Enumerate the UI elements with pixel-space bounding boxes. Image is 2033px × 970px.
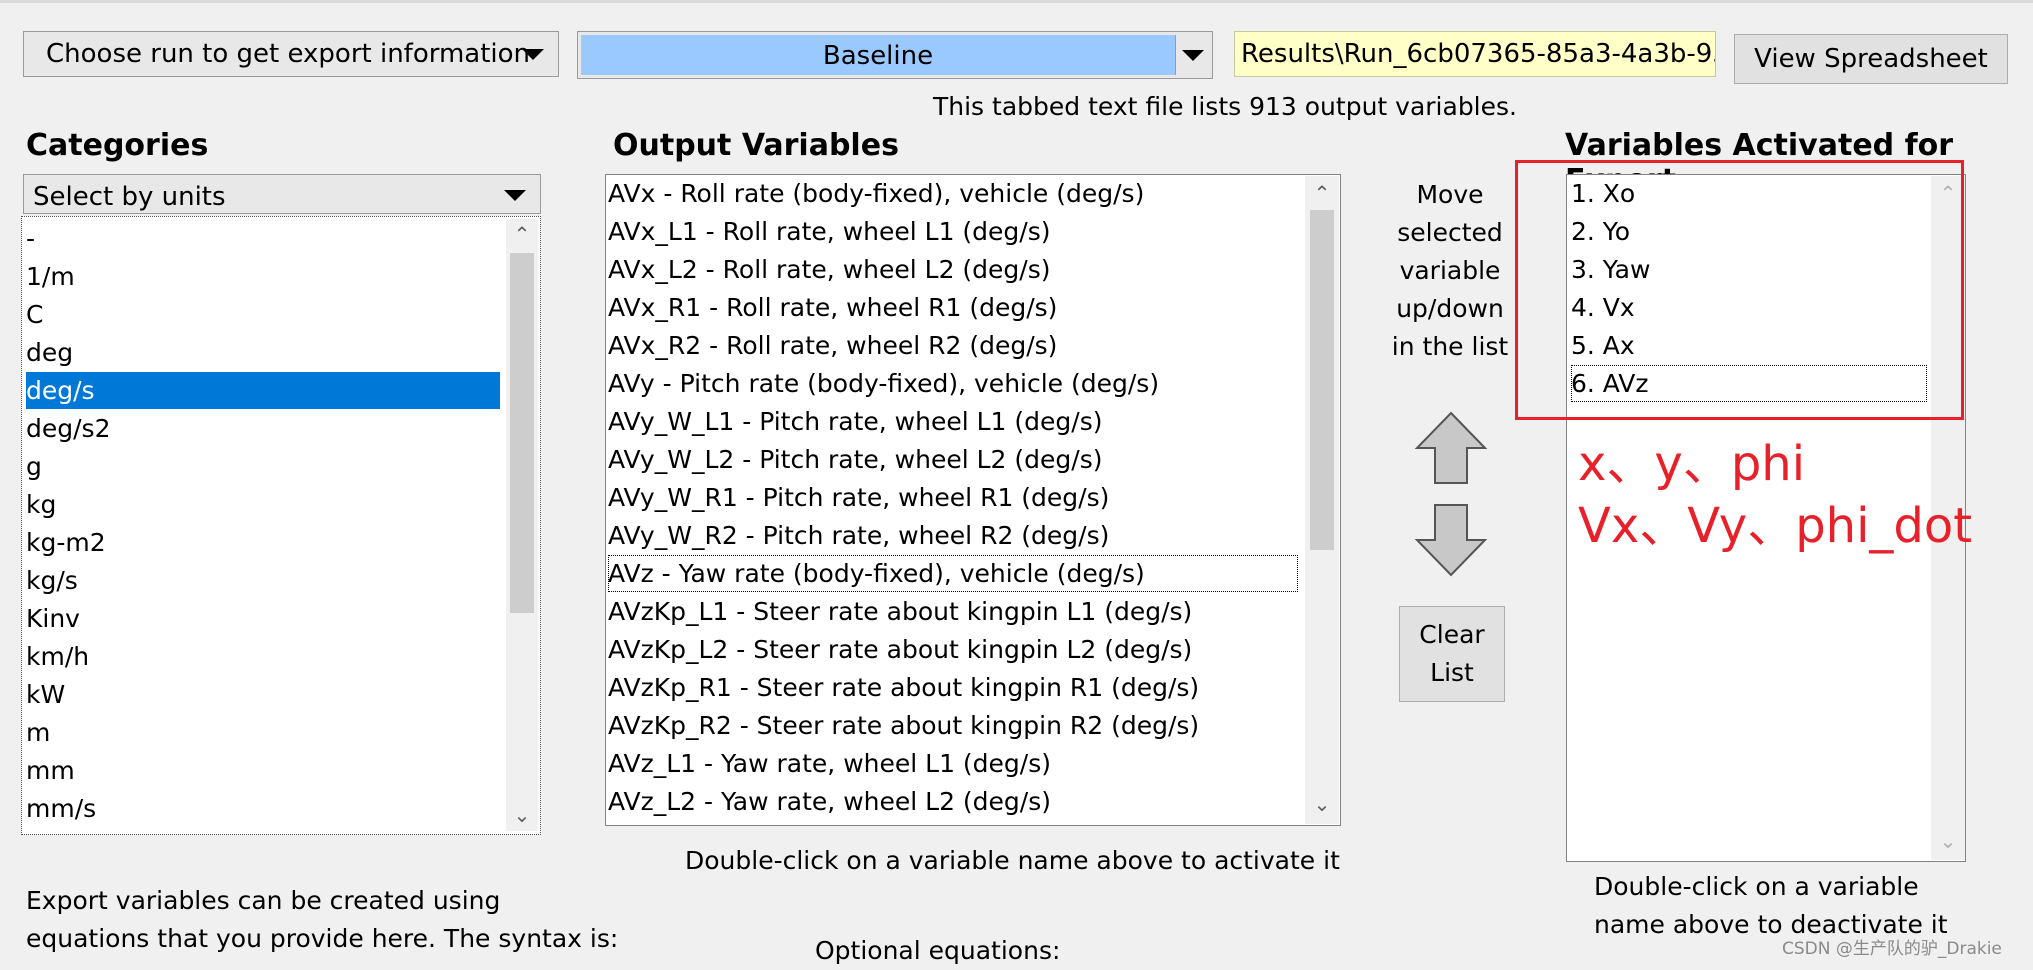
- move-down-icon[interactable]: [1414, 502, 1488, 578]
- category-item[interactable]: Kinv: [26, 600, 500, 637]
- annotation-line-1: x、y、phi: [1578, 436, 1806, 492]
- output-variable-item[interactable]: AVx_R1 - Roll rate, wheel R1 (deg/s): [608, 289, 1298, 326]
- dataset-value: Baseline: [822, 41, 934, 71]
- scroll-up-icon[interactable]: ⌃: [1308, 183, 1336, 203]
- chevron-down-icon: [504, 190, 526, 201]
- category-item[interactable]: deg: [26, 334, 500, 371]
- export-info-text: This tabbed text file lists 913 output v…: [933, 92, 1517, 121]
- output-variable-item[interactable]: AVz_L2 - Yaw rate, wheel L2 (deg/s): [608, 783, 1298, 820]
- output-variable-item[interactable]: AVzKp_L1 - Steer rate about kingpin L1 (…: [608, 593, 1298, 630]
- categories-scrollbar[interactable]: ⌃ ⌄: [506, 219, 538, 831]
- output-variable-item[interactable]: AVy_W_R1 - Pitch rate, wheel R1 (deg/s): [608, 479, 1298, 516]
- output-variable-item[interactable]: AVy_W_L2 - Pitch rate, wheel L2 (deg/s): [608, 441, 1298, 478]
- output-variables-list[interactable]: AVx - Roll rate (body-fixed), vehicle (d…: [605, 174, 1341, 826]
- annotation-line-2: Vx、Vy、phi_dot: [1578, 498, 1973, 554]
- clear-label-line: List: [1430, 658, 1474, 687]
- results-path-field[interactable]: Results\Run_6cb07365-85a3-4a3b-95: [1234, 31, 1716, 77]
- scroll-up-icon[interactable]: ⌃: [508, 224, 536, 244]
- run-dropdown[interactable]: Choose run to get export information: [23, 31, 559, 77]
- categories-list[interactable]: -1/m Cdeg deg/s deg/s2 g kg kg-m2 kg/s Kinv km/h k…: [21, 216, 541, 835]
- watermark: CSDN @生产队的驴_Drakie: [1782, 939, 2002, 959]
- chevron-down-icon: [522, 49, 544, 60]
- category-item[interactable]: -: [26, 220, 500, 257]
- equations-intro-line: equations that you provide here. The syn…: [26, 924, 619, 953]
- move-label-line: in the list: [1391, 332, 1509, 361]
- output-variable-item[interactable]: AVx - Roll rate (body-fixed), vehicle (d…: [608, 175, 1298, 212]
- category-item[interactable]: 1/m: [26, 258, 500, 295]
- top-border: [0, 0, 2033, 3]
- move-variable-label: Move selected variable up/down in the li…: [1380, 176, 1520, 366]
- category-item[interactable]: C: [26, 296, 500, 333]
- output-scrollbar[interactable]: ⌃ ⌄: [1305, 176, 1339, 824]
- category-item[interactable]: deg/s2: [26, 410, 500, 447]
- clear-list-button[interactable]: Clear List: [1399, 606, 1505, 702]
- output-variable-item[interactable]: AVzKp_L2 - Steer rate about kingpin L2 (…: [608, 631, 1298, 668]
- category-item[interactable]: deg/s: [26, 372, 500, 409]
- annotation-box: [1515, 160, 1964, 420]
- clear-label-line: Clear: [1419, 620, 1485, 649]
- move-label-line: up/down: [1396, 294, 1504, 323]
- output-variable-item[interactable]: AVz_L1 - Yaw rate, wheel L1 (deg/s): [608, 745, 1298, 782]
- deactivate-hint-line: Double-click on a variable: [1594, 872, 1919, 901]
- scroll-down-icon[interactable]: ⌄: [1934, 831, 1962, 851]
- category-item[interactable]: kg: [26, 486, 500, 523]
- run-dropdown-label: Choose run to get export information: [46, 39, 531, 69]
- output-scroll-thumb[interactable]: [1310, 210, 1334, 550]
- units-select[interactable]: Select by units: [23, 174, 541, 214]
- scroll-down-icon[interactable]: ⌄: [1308, 794, 1336, 814]
- category-item[interactable]: m: [26, 714, 500, 751]
- output-variable-item[interactable]: AVzKp_R1 - Steer rate about kingpin R1 (…: [608, 669, 1298, 706]
- chevron-down-icon: [1182, 50, 1204, 61]
- output-variable-item[interactable]: AVx_L2 - Roll rate, wheel L2 (deg/s): [608, 251, 1298, 288]
- categories-scroll-thumb[interactable]: [510, 253, 534, 613]
- output-variable-item[interactable]: AVy_W_L1 - Pitch rate, wheel L1 (deg/s): [608, 403, 1298, 440]
- output-variable-item[interactable]: AVx_R2 - Roll rate, wheel R2 (deg/s): [608, 327, 1298, 364]
- output-variable-item[interactable]: AVzKp_R2 - Steer rate about kingpin R2 (…: [608, 707, 1298, 744]
- categories-heading: Categories: [26, 128, 209, 163]
- output-variable-item[interactable]: AVx_L1 - Roll rate, wheel L1 (deg/s): [608, 213, 1298, 250]
- output-variable-item[interactable]: AVy_W_R2 - Pitch rate, wheel R2 (deg/s): [608, 517, 1298, 554]
- move-label-line: Move: [1416, 180, 1484, 209]
- move-label-line: variable: [1399, 256, 1501, 285]
- activate-hint: Double-click on a variable name above to…: [685, 846, 1340, 875]
- category-item[interactable]: g: [26, 448, 500, 485]
- equations-intro: Export variables can be created using eq…: [26, 882, 618, 958]
- category-item[interactable]: mm/s: [26, 790, 500, 827]
- move-up-icon[interactable]: [1414, 410, 1488, 486]
- category-item[interactable]: mm: [26, 752, 500, 789]
- scroll-down-icon[interactable]: ⌄: [508, 805, 536, 825]
- move-label-line: selected: [1397, 218, 1503, 247]
- results-path-text: Results\Run_6cb07365-85a3-4a3b-95: [1241, 39, 1716, 69]
- equations-intro-line: Export variables can be created using: [26, 886, 501, 915]
- view-spreadsheet-button[interactable]: View Spreadsheet: [1734, 34, 2008, 84]
- optional-equations-label: Optional equations:: [815, 936, 1061, 965]
- output-variable-item[interactable]: AVz - Yaw rate (body-fixed), vehicle (de…: [608, 555, 1298, 592]
- output-variable-item[interactable]: AVy - Pitch rate (body-fixed), vehicle (…: [608, 365, 1298, 402]
- dropdown-divider: [1175, 35, 1176, 75]
- units-select-value: Select by units: [33, 182, 226, 212]
- category-item[interactable]: kg-m2: [26, 524, 500, 561]
- category-item[interactable]: kW: [26, 676, 500, 713]
- deactivate-hint: Double-click on a variable name above to…: [1594, 868, 1948, 944]
- view-spreadsheet-label: View Spreadsheet: [1754, 44, 1988, 74]
- category-item[interactable]: km/h: [26, 638, 500, 675]
- category-item[interactable]: kg/s: [26, 562, 500, 599]
- dataset-dropdown[interactable]: Baseline: [577, 31, 1213, 79]
- output-variables-heading: Output Variables: [613, 128, 899, 163]
